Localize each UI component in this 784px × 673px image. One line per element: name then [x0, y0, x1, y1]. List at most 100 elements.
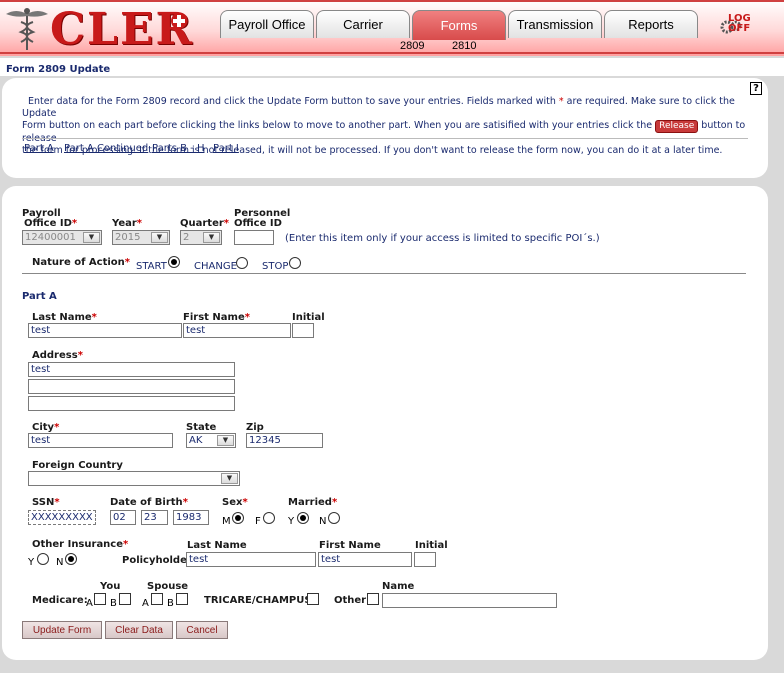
sex-f-label: F — [255, 516, 261, 527]
city-label: City* — [32, 422, 60, 433]
address-line-1-input[interactable]: test — [28, 362, 235, 377]
other-ins-y-label: Y — [28, 557, 35, 568]
sex-m-radio[interactable] — [232, 512, 244, 524]
tab-transmission[interactable]: Transmission — [508, 10, 602, 38]
spouse-b-label: B — [167, 598, 174, 609]
you-b-label: B — [110, 598, 117, 609]
initial-label: Initial — [292, 312, 325, 323]
ph-first-name-label: First Name — [319, 540, 381, 551]
personnel-office-id-input[interactable] — [234, 230, 274, 245]
dob-month-input[interactable]: 02 — [110, 510, 136, 525]
ssn-input[interactable]: XXXXXXXXX — [28, 510, 96, 525]
nature-of-action-label: Nature of Action* — [32, 257, 131, 268]
start-radio[interactable] — [168, 256, 180, 268]
page-title: Form 2809 Update — [6, 64, 111, 75]
caduceus-icon — [6, 8, 48, 50]
married-n-radio[interactable] — [328, 512, 340, 524]
married-y-radio[interactable] — [297, 512, 309, 524]
medical-cross-icon — [171, 13, 187, 29]
you-b-checkbox[interactable] — [119, 593, 131, 605]
chevron-down-icon: ▼ — [217, 435, 234, 446]
ph-last-name-input[interactable]: test — [186, 552, 316, 567]
year-select[interactable]: 2015 ▼ — [112, 230, 170, 245]
tab-reports[interactable]: Reports — [604, 10, 698, 38]
ph-initial-input[interactable] — [414, 552, 436, 567]
part-a-continued-link[interactable]: Part A Continued — [64, 143, 148, 154]
medicare-label: Medicare: — [32, 595, 88, 606]
state-label: State — [186, 422, 217, 433]
instr-text-1: Enter data for the Form 2809 record and … — [28, 96, 559, 107]
quarter-value: 2 — [183, 232, 190, 243]
subtab-2810[interactable]: 2810 — [452, 40, 476, 52]
you-a-label: A — [86, 598, 93, 609]
address-line-3-input[interactable] — [28, 396, 235, 411]
part-i-link[interactable]: Part I — [213, 143, 239, 154]
logoff-button[interactable]: LOG OFF — [728, 14, 751, 34]
year-value: 2015 — [115, 232, 141, 243]
other-ins-n-radio[interactable] — [65, 553, 77, 565]
stop-radio[interactable] — [289, 257, 301, 269]
chevron-down-icon: ▼ — [83, 232, 100, 243]
change-radio[interactable] — [236, 257, 248, 269]
help-icon[interactable]: ? — [750, 82, 762, 95]
other-ins-y-radio[interactable] — [37, 553, 49, 565]
you-a-checkbox[interactable] — [94, 593, 106, 605]
quarter-select[interactable]: 2 ▼ — [180, 230, 222, 245]
tab-payroll-office[interactable]: Payroll Office — [220, 10, 314, 38]
city-input[interactable]: test — [28, 433, 173, 448]
married-y-label: Y — [288, 516, 295, 527]
subtab-2809[interactable]: 2809 — [400, 40, 424, 52]
initial-input[interactable] — [292, 323, 314, 338]
other-insurance-label: Other Insurance* — [32, 539, 129, 550]
other-name-input[interactable] — [382, 593, 557, 608]
chevron-down-icon: ▼ — [151, 232, 168, 243]
last-name-input[interactable]: test — [28, 323, 182, 338]
tab-forms[interactable]: Forms — [412, 10, 506, 40]
spouse-a-label: A — [142, 598, 149, 609]
state-value: AK — [189, 435, 203, 446]
personnel-office-id-label: Office ID — [234, 218, 282, 229]
sex-f-radio[interactable] — [263, 512, 275, 524]
you-label: You — [100, 581, 121, 592]
ssn-label: SSN* — [32, 497, 60, 508]
spouse-label: Spouse — [147, 581, 189, 592]
other-label: Other — [334, 595, 367, 606]
ph-last-name-label: Last Name — [187, 540, 247, 551]
divider — [22, 138, 748, 139]
first-name-label: First Name* — [183, 312, 250, 323]
cancel-button[interactable]: Cancel — [176, 621, 228, 639]
ph-first-name-input[interactable]: test — [318, 552, 412, 567]
address-line-2-input[interactable] — [28, 379, 235, 394]
spouse-a-checkbox[interactable] — [151, 593, 163, 605]
tab-carrier[interactable]: Carrier — [316, 10, 410, 38]
office-id-label: Office ID* — [24, 218, 78, 229]
year-label: Year* — [112, 218, 143, 229]
foreign-country-select[interactable]: ▼ — [28, 471, 240, 486]
tricare-label: TRICARE/CHAMPUS — [204, 595, 312, 606]
change-label: CHANGE — [194, 261, 237, 272]
divider — [22, 273, 746, 274]
update-form-button[interactable]: Update Form — [22, 621, 102, 639]
chevron-down-icon: ▼ — [203, 232, 220, 243]
other-checkbox[interactable] — [367, 593, 379, 605]
stop-label: STOP — [262, 261, 289, 272]
chevron-down-icon: ▼ — [221, 473, 238, 484]
dob-day-input[interactable]: 23 — [141, 510, 168, 525]
zip-label: Zip — [246, 422, 264, 433]
dob-label: Date of Birth* — [110, 497, 188, 508]
spouse-b-checkbox[interactable] — [176, 593, 188, 605]
part-a-title: Part A — [22, 291, 57, 302]
first-name-input[interactable]: test — [183, 323, 291, 338]
sex-label: Sex* — [222, 497, 248, 508]
married-label: Married* — [288, 497, 338, 508]
office-id-select[interactable]: 12400001 ▼ — [22, 230, 102, 245]
tricare-checkbox[interactable] — [307, 593, 319, 605]
clear-data-button[interactable]: Clear Data — [105, 621, 173, 639]
foreign-country-label: Foreign Country — [32, 460, 123, 471]
part-a-link[interactable]: Part A — [24, 143, 54, 154]
parts-b-h-link[interactable]: Parts B - H — [152, 143, 204, 154]
dob-year-input[interactable]: 1983 — [173, 510, 209, 525]
zip-input[interactable]: 12345 — [246, 433, 323, 448]
state-select[interactable]: AK ▼ — [186, 433, 236, 448]
name-label: Name — [382, 581, 415, 592]
